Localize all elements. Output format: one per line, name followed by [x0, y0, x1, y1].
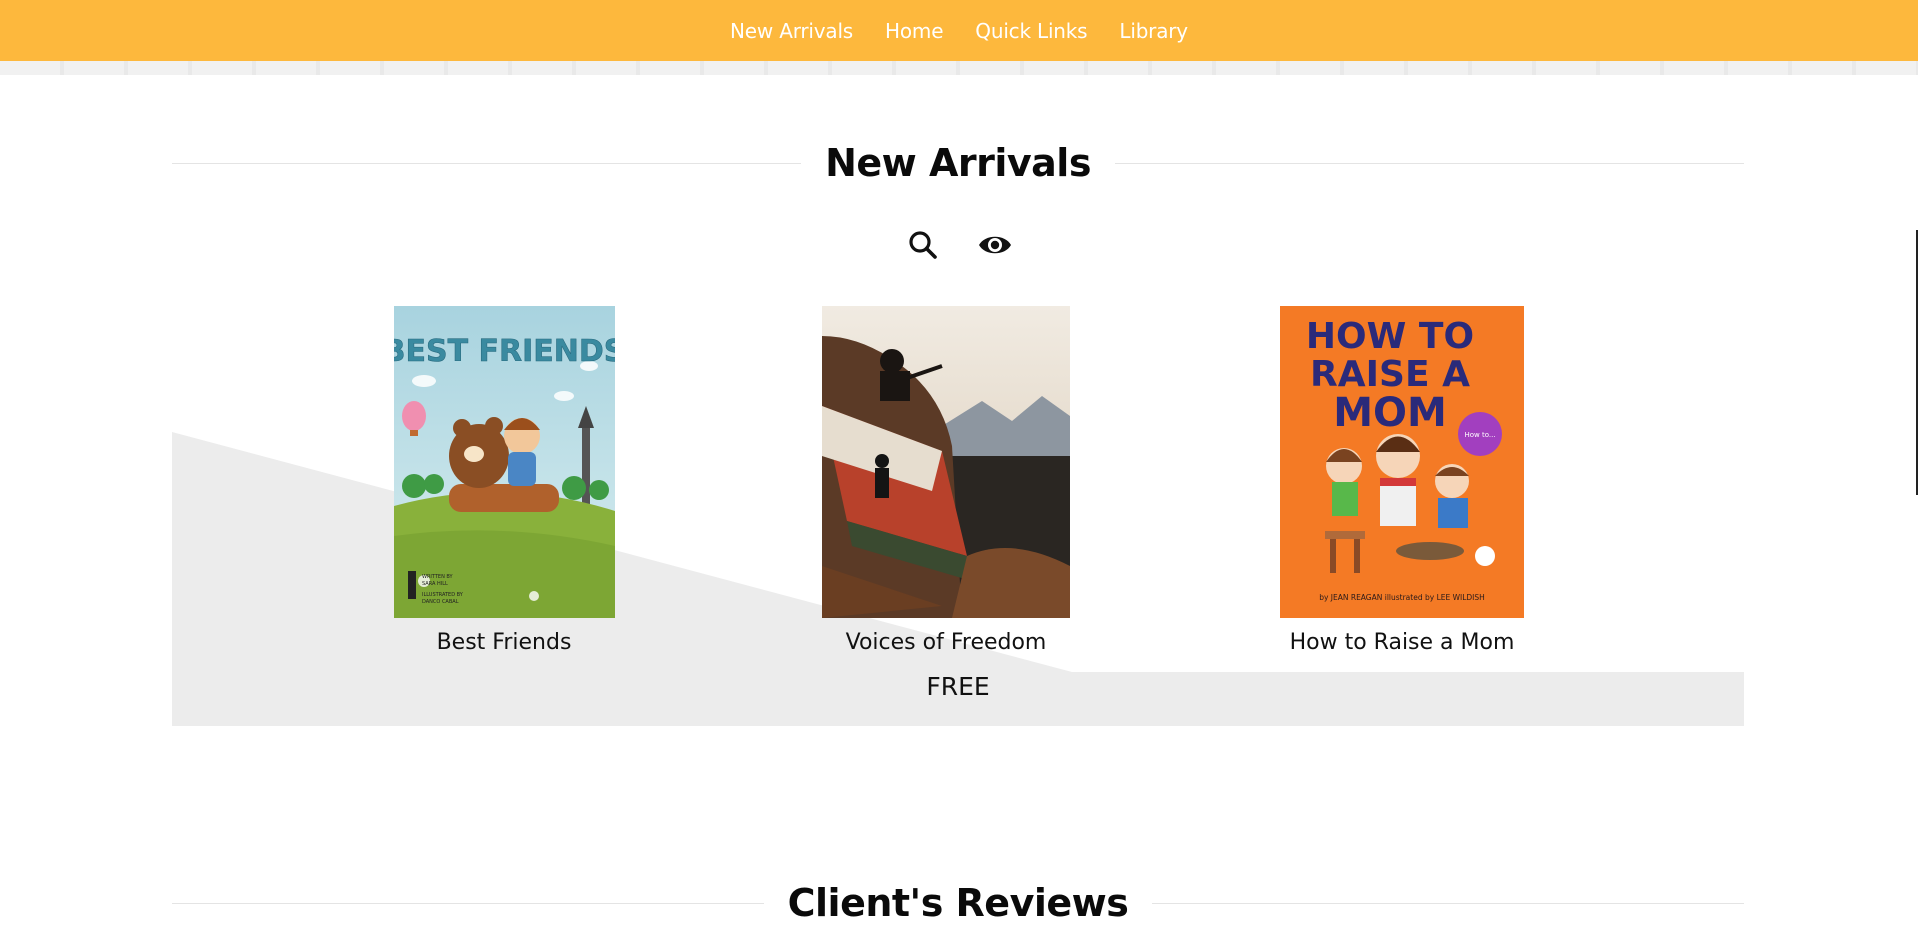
- nav-link-new-arrivals[interactable]: New Arrivals: [730, 19, 853, 43]
- heading-rule-right: [1152, 902, 1744, 904]
- heading-rule-left: [172, 162, 802, 164]
- cover-credit-illustrator: DANCO CABAL: [422, 599, 459, 605]
- cover-credit-written-by: WRITTEN BY: [422, 574, 454, 580]
- new-arrivals-showcase: BEST FRIENDS WRITTEN BY SARA HILL ILLUST…: [172, 306, 1744, 726]
- book-cover-voices-of-freedom[interactable]: [822, 306, 1070, 618]
- book-card-voices-of-freedom[interactable]: Voices of Freedom: [796, 306, 1096, 655]
- cover-splat-text: How to...: [1464, 431, 1495, 439]
- nav-link-library[interactable]: Library: [1119, 19, 1188, 43]
- cover-title-best-friends: BEST FRIENDS: [394, 334, 615, 369]
- cover-title-line-2: RAISE A: [1310, 354, 1470, 395]
- book-cover-how-to-raise-a-mom[interactable]: HOW TO RAISE A MOM How to... by JEAN REA…: [1280, 306, 1524, 618]
- book-card-best-friends[interactable]: BEST FRIENDS WRITTEN BY SARA HILL ILLUST…: [354, 306, 654, 655]
- cover-title-line-3: MOM: [1333, 390, 1447, 436]
- price-label: FREE: [926, 672, 990, 701]
- eye-icon[interactable]: [978, 228, 1012, 262]
- new-arrivals-heading: New Arrivals: [172, 141, 1745, 185]
- book-title[interactable]: Voices of Freedom: [796, 630, 1096, 655]
- book-card-how-to-raise-a-mom[interactable]: HOW TO RAISE A MOM How to... by JEAN REA…: [1252, 306, 1552, 655]
- section-title: New Arrivals: [825, 141, 1091, 185]
- cover-credit-author: SARA HILL: [422, 581, 448, 587]
- heading-rule-right: [1114, 162, 1745, 164]
- cover-credit-illustrated-by: ILLUSTRATED BY: [422, 592, 464, 598]
- book-title[interactable]: How to Raise a Mom: [1252, 630, 1552, 655]
- book-title[interactable]: Best Friends: [354, 630, 654, 655]
- nav-link-home[interactable]: Home: [885, 19, 943, 43]
- top-navbar: New Arrivals Home Quick Links Library: [0, 0, 1918, 61]
- search-icon[interactable]: [906, 228, 940, 262]
- nav-link-quick-links[interactable]: Quick Links: [975, 19, 1087, 43]
- reviews-heading: Client's Reviews: [172, 881, 1744, 925]
- cover-authors: by JEAN REAGAN illustrated by LEE WILDIS…: [1319, 593, 1485, 602]
- view-controls: [0, 228, 1918, 262]
- cover-title-line-1: HOW TO: [1306, 316, 1474, 357]
- nav-bottom-strip: [0, 61, 1918, 75]
- heading-rule-left: [172, 902, 764, 904]
- section-title: Client's Reviews: [787, 881, 1129, 925]
- book-cover-best-friends[interactable]: BEST FRIENDS WRITTEN BY SARA HILL ILLUST…: [393, 306, 615, 618]
